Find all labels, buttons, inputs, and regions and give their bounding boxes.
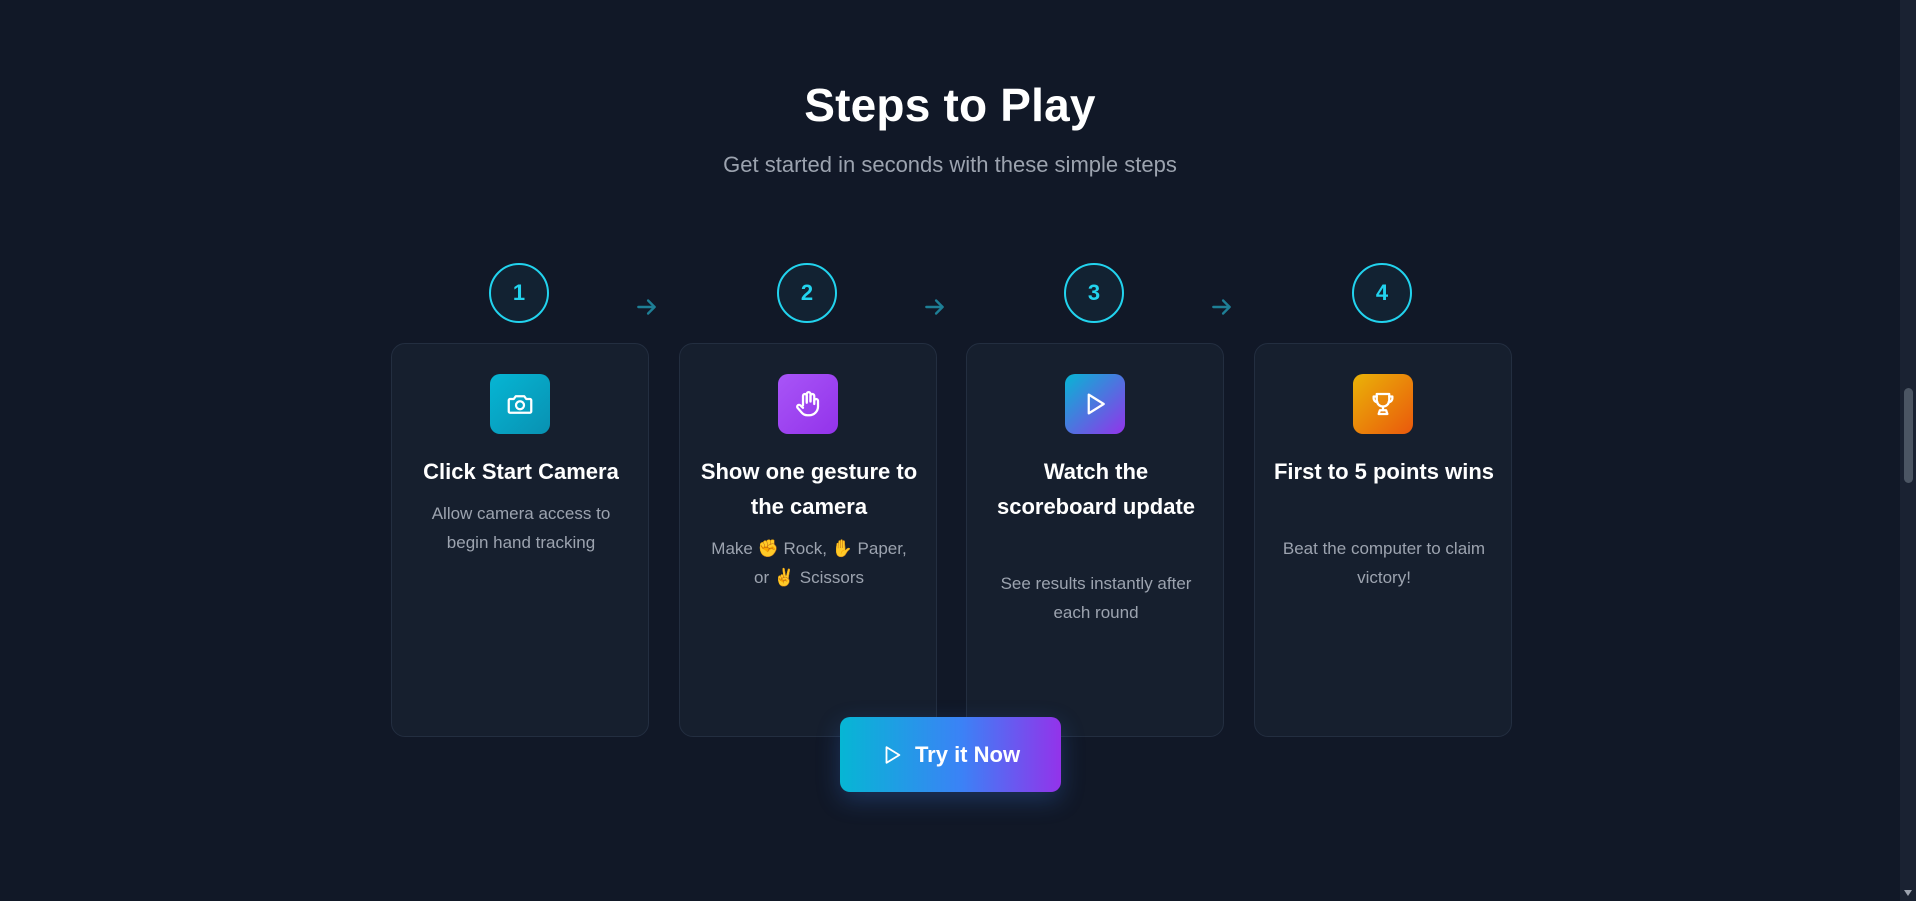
play-icon bbox=[885, 745, 901, 764]
trophy-icon bbox=[1353, 374, 1413, 434]
step-number-1: 1 bbox=[489, 263, 549, 323]
camera-icon bbox=[490, 374, 550, 434]
step-title: First to 5 points wins bbox=[1273, 459, 1494, 484]
arrow-right-icon bbox=[925, 299, 944, 315]
section-subtitle: Get started in seconds with these simple… bbox=[723, 152, 1177, 177]
arrow-right-icon bbox=[637, 299, 656, 315]
step-title: Click Start Camera bbox=[423, 459, 619, 484]
step-number-4: 4 bbox=[1352, 263, 1412, 323]
section-title: Steps to Play bbox=[804, 79, 1096, 131]
step-card-3: Watch the scoreboard update See results … bbox=[966, 343, 1224, 737]
try-it-now-button[interactable]: Try it Now bbox=[840, 717, 1061, 792]
step-title: Watch the scoreboard update bbox=[996, 459, 1196, 519]
hand-icon bbox=[778, 374, 838, 434]
try-it-now-label: Try it Now bbox=[914, 741, 1021, 767]
step-number-3: 3 bbox=[1064, 263, 1124, 323]
step-description: Make ✊ Rock, ✋ Paper, or ✌️ Scissors bbox=[711, 539, 907, 587]
arrow-right-icon bbox=[1212, 299, 1231, 315]
step-card-2: Show one gesture to the camera Make ✊ Ro… bbox=[679, 343, 937, 737]
step-card-1: Click Start Camera Allow camera access t… bbox=[391, 343, 649, 737]
play-icon bbox=[1065, 374, 1125, 434]
step-card-4: First to 5 points wins Beat the computer… bbox=[1254, 343, 1512, 737]
step-number-2: 2 bbox=[777, 263, 837, 323]
scrollbar-thumb[interactable] bbox=[1904, 388, 1913, 483]
step-description: Beat the computer to claim victory! bbox=[1282, 539, 1486, 587]
step-description: Allow camera access to begin hand tracki… bbox=[431, 504, 611, 552]
step-title: Show one gesture to the camera bbox=[700, 459, 918, 519]
steps-to-play-section: Steps to Play Get started in seconds wit… bbox=[0, 0, 1916, 901]
scroll-down-arrow-icon[interactable] bbox=[1904, 890, 1912, 896]
step-description: See results instantly after each round bbox=[1000, 574, 1192, 622]
